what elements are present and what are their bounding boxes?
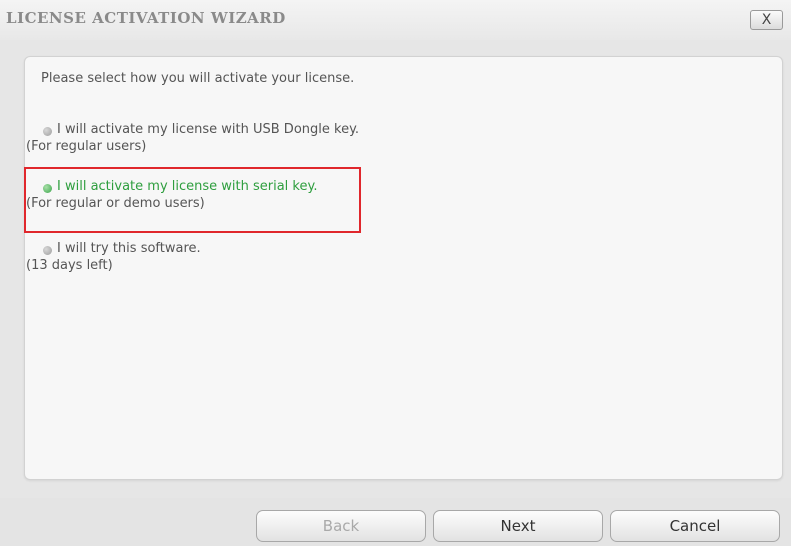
close-button[interactable]: X bbox=[750, 10, 783, 30]
radio-icon[interactable] bbox=[43, 127, 52, 136]
option-label: I will try this software. bbox=[57, 241, 201, 256]
option-label: I will activate my license with USB Dong… bbox=[57, 122, 360, 137]
options-panel: Please select how you will activate your… bbox=[24, 56, 783, 480]
window-title: LICENSE ACTIVATION WIZARD bbox=[6, 9, 286, 27]
close-icon: X bbox=[761, 12, 772, 28]
option-subtext: (13 days left) bbox=[26, 258, 113, 273]
option-subtext: (For regular users) bbox=[26, 139, 147, 154]
back-button[interactable]: Back bbox=[256, 510, 426, 542]
radio-icon[interactable] bbox=[43, 246, 52, 255]
next-button[interactable]: Next bbox=[433, 510, 603, 542]
cancel-button[interactable]: Cancel bbox=[610, 510, 780, 542]
license-activation-window: LICENSE ACTIVATION WIZARD X Please selec… bbox=[0, 0, 791, 546]
highlight-box bbox=[24, 167, 361, 233]
title-bar: LICENSE ACTIVATION WIZARD X bbox=[0, 0, 791, 40]
instruction-text: Please select how you will activate your… bbox=[41, 71, 355, 86]
